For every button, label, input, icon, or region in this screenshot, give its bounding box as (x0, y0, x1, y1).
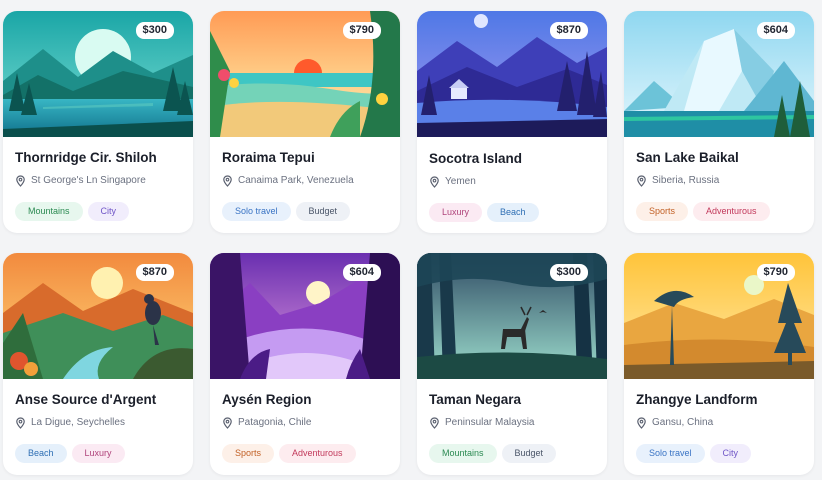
destination-image: $870 (3, 253, 193, 379)
destination-location: Canaima Park, Venezuela (222, 174, 388, 188)
location-text: Yemen (445, 176, 476, 187)
price-badge: $604 (342, 264, 381, 281)
tag-chip[interactable]: Mountains (429, 444, 497, 463)
tag-chip[interactable]: Mountains (15, 202, 83, 221)
destination-title: Taman Negara (429, 392, 522, 407)
destination-card[interactable]: $790 Zhangye Landform Gansu, China Solo … (624, 253, 814, 475)
destination-title: Anse Source d'Argent (15, 392, 157, 407)
tag-chip[interactable]: Beach (15, 444, 67, 463)
location-text: Gansu, China (652, 417, 714, 428)
tag-list: Solo travel Budget (222, 202, 388, 221)
tag-chip[interactable]: Luxury (71, 444, 125, 463)
tag-chip[interactable]: Budget (295, 202, 351, 221)
destination-card[interactable]: $300 Taman Negara Peninsular Malaysia Mo… (417, 253, 607, 475)
tag-chip[interactable]: Budget (501, 444, 557, 463)
map-pin-icon (223, 417, 232, 429)
tag-chip[interactable]: City (709, 444, 752, 463)
location-text: Canaima Park, Venezuela (238, 175, 354, 186)
tag-chip[interactable]: Sports (222, 444, 275, 463)
map-pin-icon (430, 417, 439, 429)
tag-list: Sports Adventurous (222, 444, 388, 463)
tag-chip[interactable]: Adventurous (693, 202, 770, 221)
location-text: St George's Ln Singapore (31, 175, 146, 186)
map-pin-icon (430, 176, 439, 188)
destination-title: San Lake Baikal (636, 150, 739, 165)
destination-location: Patagonia, Chile (222, 416, 388, 430)
destination-title: Roraima Tepui (222, 150, 315, 165)
destination-card[interactable]: $604 Aysén Region Patagonia, Chile Sport… (210, 253, 400, 475)
destination-card[interactable]: $790 Roraima Tepui Canaima Park, Venezue… (210, 11, 400, 233)
destination-title: Socotra Island (429, 151, 523, 166)
destination-location: Gansu, China (636, 416, 802, 430)
map-pin-icon (223, 175, 232, 187)
destination-card[interactable]: $870 Anse Source d'Argent La Digue, Seyc… (3, 253, 193, 475)
destination-location: Yemen (429, 175, 595, 189)
destination-title: Aysén Region (222, 392, 312, 407)
destination-image: $300 (417, 253, 607, 379)
tag-list: Mountains City (15, 202, 181, 221)
price-badge: $790 (342, 22, 381, 39)
location-text: Peninsular Malaysia (445, 417, 535, 428)
map-pin-icon (16, 417, 25, 429)
price-badge: $870 (549, 22, 588, 39)
tag-chip[interactable]: Solo travel (636, 444, 705, 463)
destination-location: Peninsular Malaysia (429, 416, 595, 430)
destination-card[interactable]: $604 San Lake Baikal Siberia, Russia Spo… (624, 11, 814, 233)
tag-list: Sports Adventurous (636, 202, 802, 221)
destination-location: Siberia, Russia (636, 174, 802, 188)
tag-list: Luxury Beach (429, 203, 595, 222)
tag-chip[interactable]: Beach (487, 203, 539, 222)
location-text: La Digue, Seychelles (31, 417, 125, 428)
destination-image: $604 (624, 11, 814, 137)
price-badge: $870 (135, 264, 174, 281)
tag-list: Mountains Budget (429, 444, 595, 463)
location-text: Patagonia, Chile (238, 417, 312, 428)
tag-chip[interactable]: Sports (636, 202, 689, 221)
destination-title: Zhangye Landform (636, 392, 758, 407)
map-pin-icon (637, 417, 646, 429)
destination-image: $790 (210, 11, 400, 137)
price-badge: $604 (756, 22, 795, 39)
destination-image: $300 (3, 11, 193, 137)
location-text: Siberia, Russia (652, 175, 720, 186)
price-badge: $300 (135, 22, 174, 39)
destination-image: $790 (624, 253, 814, 379)
tag-chip[interactable]: City (87, 202, 130, 221)
destination-image: $604 (210, 253, 400, 379)
tag-chip[interactable]: Adventurous (279, 444, 356, 463)
map-pin-icon (16, 175, 25, 187)
price-badge: $300 (549, 264, 588, 281)
destination-card[interactable]: $300 Thornridge Cir. Shiloh St George's … (3, 11, 193, 233)
destination-location: St George's Ln Singapore (15, 174, 181, 188)
destination-title: Thornridge Cir. Shiloh (15, 150, 157, 165)
tag-chip[interactable]: Solo travel (222, 202, 291, 221)
tag-chip[interactable]: Luxury (429, 203, 483, 222)
tag-list: Solo travel City (636, 444, 802, 463)
destination-image: $870 (417, 11, 607, 137)
price-badge: $790 (756, 264, 795, 281)
map-pin-icon (637, 175, 646, 187)
destination-location: La Digue, Seychelles (15, 416, 181, 430)
tag-list: Beach Luxury (15, 444, 181, 463)
destination-grid: $300 Thornridge Cir. Shiloh St George's … (3, 11, 814, 475)
destination-card[interactable]: $870 Socotra Island Yemen Luxury Beach (417, 11, 607, 233)
